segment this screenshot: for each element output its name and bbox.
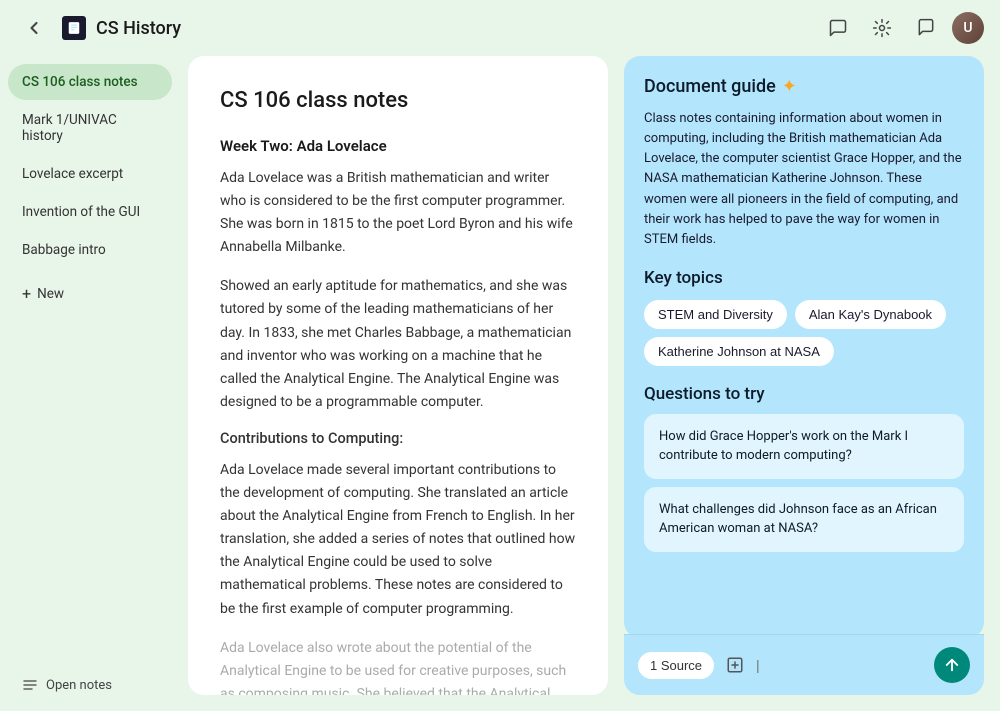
comments-icon-button[interactable] (908, 10, 944, 46)
questions-title: Questions to try (644, 384, 964, 404)
question-1[interactable]: How did Grace Hopper's work on the Mark … (644, 414, 964, 479)
contributions-heading: Contributions to Computing: (220, 430, 576, 447)
paragraph-2: Showed an early aptitude for mathematics… (220, 275, 576, 414)
guide-description: Class notes containing information about… (644, 109, 964, 250)
paragraph-3: Ada Lovelace made several important cont… (220, 459, 576, 621)
app-title: CS History (96, 18, 181, 39)
header: CS History U (0, 0, 1000, 56)
document-title: CS 106 class notes (220, 88, 576, 113)
user-avatar[interactable]: U (952, 12, 984, 44)
header-icons: U (820, 10, 984, 46)
topics-chips: STEM and Diversity Alan Kay's Dynabook K… (644, 300, 964, 366)
chip-johnson[interactable]: Katherine Johnson at NASA (644, 337, 834, 366)
back-button[interactable] (16, 10, 52, 46)
source-badge[interactable]: 1 Source (638, 652, 714, 679)
guide-title: Document guide (644, 76, 776, 97)
open-notes-label: Open notes (46, 678, 112, 693)
sidebar-item-babbage[interactable]: Babbage intro (8, 232, 172, 268)
chat-input[interactable] (756, 657, 926, 673)
paragraph-4: Ada Lovelace also wrote about the potent… (220, 637, 576, 695)
guide-card: Document guide ✦ Class notes containing … (624, 56, 984, 638)
document-panel: CS 106 class notes Week Two: Ada Lovelac… (188, 56, 608, 695)
app-icon (62, 16, 86, 40)
chip-stem[interactable]: STEM and Diversity (644, 300, 787, 329)
content-area: CS 106 class notes Week Two: Ada Lovelac… (180, 56, 1000, 711)
sidebar-item-cs106[interactable]: CS 106 class notes (8, 64, 172, 100)
header-left: CS History (16, 10, 820, 46)
sidebar-item-lovelace[interactable]: Lovelace excerpt (8, 156, 172, 192)
guide-star-icon: ✦ (782, 76, 797, 97)
guide-header: Document guide ✦ (644, 76, 964, 97)
chip-dynabook[interactable]: Alan Kay's Dynabook (795, 300, 946, 329)
open-notes-icon (22, 677, 38, 693)
question-2[interactable]: What challenges did Johnson face as an A… (644, 487, 964, 552)
new-note-button[interactable]: + New (8, 274, 172, 313)
input-bar: 1 Source (624, 634, 984, 695)
plus-icon: + (22, 284, 31, 303)
chat-icon-button[interactable] (820, 10, 856, 46)
send-button[interactable] (934, 647, 970, 683)
attach-icon-button[interactable] (722, 652, 748, 678)
paragraph-1: Ada Lovelace was a British mathematician… (220, 167, 576, 259)
sidebar-item-gui[interactable]: Invention of the GUI (8, 194, 172, 230)
key-topics-title: Key topics (644, 268, 964, 288)
open-notes-button[interactable]: Open notes (8, 667, 172, 703)
right-panel: Document guide ✦ Class notes containing … (624, 56, 984, 695)
week-heading: Week Two: Ada Lovelace (220, 137, 576, 155)
new-label: New (37, 286, 64, 302)
main-layout: CS 106 class notes Mark 1/UNIVAC history… (0, 56, 1000, 711)
sidebar-item-mark1[interactable]: Mark 1/UNIVAC history (8, 102, 172, 154)
debug-icon-button[interactable] (864, 10, 900, 46)
sidebar: CS 106 class notes Mark 1/UNIVAC history… (0, 56, 180, 711)
